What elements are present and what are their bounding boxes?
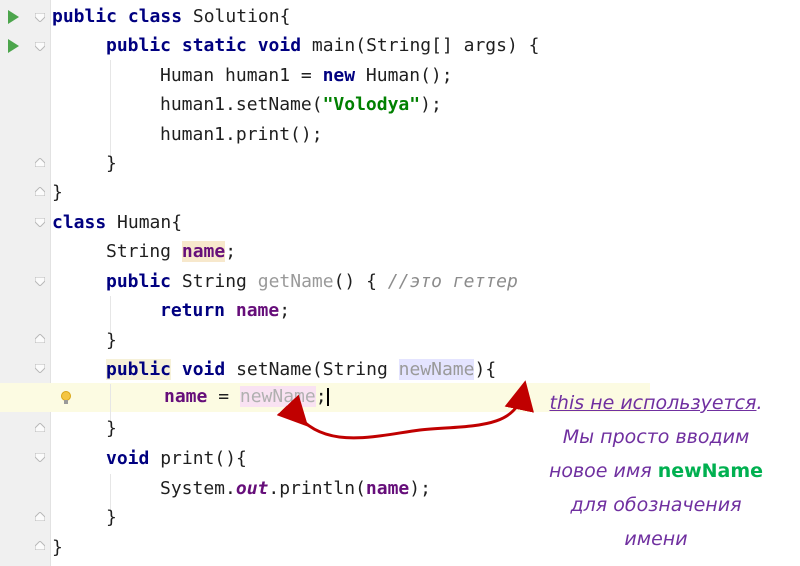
annotation-emphasis: this не используется xyxy=(549,392,757,414)
annotation-line: имени xyxy=(624,528,688,550)
annotation-text: новое имя xyxy=(548,460,658,482)
annotation-line: новое имя newName xyxy=(520,454,792,488)
annotation-text: . xyxy=(756,392,763,414)
annotation-line: Мы просто вводим xyxy=(562,426,750,448)
annotation-highlight: newName xyxy=(657,460,764,482)
annotation-line: для обозначения xyxy=(570,494,742,516)
annotation-line: this не используется. xyxy=(520,386,792,420)
annotation-arrow xyxy=(276,380,534,440)
annotation-note: this не используется. Мы просто вводим н… xyxy=(520,386,792,556)
